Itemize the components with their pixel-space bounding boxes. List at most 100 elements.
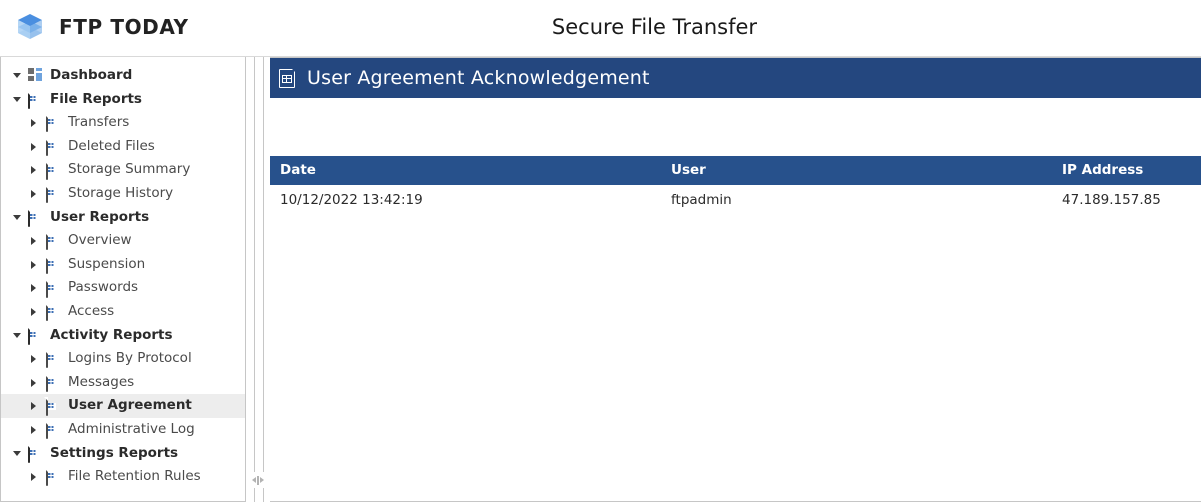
sidebar-item-suspension[interactable]: Suspension: [1, 253, 245, 277]
sidebar-item-dashboard[interactable]: Dashboard: [1, 64, 245, 88]
column-header-date[interactable]: Date: [270, 156, 662, 185]
chevron-right-icon: [260, 477, 264, 483]
report-doc-icon: [46, 232, 61, 251]
sidebar-item-passwords[interactable]: Passwords: [1, 276, 245, 300]
table-header-row: Date User IP Address: [270, 156, 1201, 185]
chevron-right-icon[interactable]: [31, 189, 43, 198]
sidebar-item-label: Transfers: [68, 114, 130, 131]
handle-bar: [257, 475, 259, 485]
chevron-right-icon[interactable]: [31, 402, 43, 411]
sidebar-item-storage-summary[interactable]: Storage Summary: [1, 158, 245, 182]
report-doc-icon: [28, 444, 43, 463]
chevron-right-icon[interactable]: [31, 425, 43, 434]
page-title: Secure File Transfer: [551, 15, 758, 39]
table-cell: 10/12/2022 13:42:19: [270, 185, 662, 215]
sidebar-item-transfers[interactable]: Transfers: [1, 111, 245, 135]
sidebar-item-label: User Agreement: [68, 397, 192, 414]
report-doc-icon: [46, 161, 61, 180]
panel-title-text: User Agreement Acknowledgement: [307, 67, 650, 89]
table-empty-space: [270, 215, 1201, 501]
report-doc-icon: [28, 90, 43, 109]
sidebar-splitter[interactable]: [246, 57, 270, 502]
sidebar-item-activity-reports[interactable]: Activity Reports: [1, 324, 245, 348]
chevron-right-icon[interactable]: [31, 236, 43, 245]
sidebar-item-label: Suspension: [68, 255, 146, 272]
splitter-line-left: [254, 57, 255, 502]
sidebar-item-deleted-files[interactable]: Deleted Files: [1, 135, 245, 159]
sidebar-item-label: Passwords: [68, 279, 139, 296]
sidebar-item-label: Messages: [68, 373, 135, 390]
sidebar-item-label: Logins By Protocol: [68, 350, 192, 367]
report-doc-icon: [279, 67, 297, 88]
splitter-line-right: [263, 57, 264, 502]
report-doc-icon: [28, 208, 43, 227]
panel-title-bar: User Agreement Acknowledgement: [270, 58, 1201, 98]
sidebar-item-overview[interactable]: Overview: [1, 229, 245, 253]
table-cell: ftpadmin: [661, 185, 1053, 215]
sidebar-item-label: Activity Reports: [50, 326, 173, 343]
sidebar-item-file-retention-rules[interactable]: File Retention Rules: [1, 465, 245, 489]
sidebar-item-user-reports[interactable]: User Reports: [1, 206, 245, 230]
chevron-right-icon[interactable]: [31, 307, 43, 316]
report-doc-icon: [28, 326, 43, 345]
sidebar-item-label: Dashboard: [50, 67, 133, 84]
table-row[interactable]: 10/12/2022 13:42:19 ftpadmin 47.189.157.85: [270, 185, 1201, 215]
report-doc-icon: [46, 279, 61, 298]
chevron-down-icon[interactable]: [13, 73, 25, 79]
sidebar-item-label: Settings Reports: [50, 444, 179, 461]
dashboard-tiles-icon: [28, 68, 43, 83]
sidebar-item-messages[interactable]: Messages: [1, 371, 245, 395]
sidebar-item-storage-history[interactable]: Storage History: [1, 182, 245, 206]
chevron-right-icon[interactable]: [31, 472, 43, 481]
report-doc-icon: [46, 468, 61, 487]
panel-toolbar-area: [270, 98, 1201, 156]
splitter-collapse-handle-icon[interactable]: [250, 472, 266, 488]
chevron-down-icon[interactable]: [13, 450, 25, 456]
table-cell: 47.189.157.85: [1052, 185, 1201, 215]
sidebar-item-label: Administrative Log: [68, 420, 195, 437]
table-header: Date User IP Address: [270, 156, 1201, 185]
chevron-down-icon[interactable]: [13, 332, 25, 338]
report-doc-icon: [46, 421, 61, 440]
report-doc-icon: [46, 185, 61, 204]
chevron-right-icon[interactable]: [31, 354, 43, 363]
table-body: 10/12/2022 13:42:19 ftpadmin 47.189.157.85: [270, 185, 1201, 215]
sidebar-item-label: Access: [68, 302, 115, 319]
chevron-down-icon[interactable]: [13, 214, 25, 220]
chevron-right-icon[interactable]: [31, 284, 43, 293]
main-layout: Dashboard File Reports Transfers Deleted Fi…: [0, 57, 1201, 502]
report-doc-icon: [46, 350, 61, 369]
chevron-down-icon[interactable]: [13, 96, 25, 102]
sidebar-item-label: File Retention Rules: [68, 468, 201, 485]
chevron-left-icon: [252, 477, 256, 483]
sidebar-item-label: Overview: [68, 232, 132, 249]
sidebar-item-label: Storage History: [68, 185, 174, 202]
report-doc-icon: [46, 397, 61, 416]
sidebar-item-label: File Reports: [50, 90, 142, 107]
sidebar-item-settings-reports[interactable]: Settings Reports: [1, 442, 245, 466]
sidebar-item-administrative-log[interactable]: Administrative Log: [1, 418, 245, 442]
column-header-user[interactable]: User: [661, 156, 1053, 185]
content-panel: User Agreement Acknowledgement Date User I…: [270, 57, 1201, 502]
sidebar-item-label: User Reports: [50, 208, 150, 225]
chevron-right-icon[interactable]: [31, 142, 43, 151]
report-doc-icon: [46, 256, 61, 275]
sidebar-item-label: Deleted Files: [68, 137, 155, 154]
chevron-right-icon[interactable]: [31, 118, 43, 127]
sidebar-item-file-reports[interactable]: File Reports: [1, 88, 245, 112]
sidebar-navigation-tree[interactable]: Dashboard File Reports Transfers Deleted Fi…: [0, 57, 246, 502]
app-header: FTP TODAY Secure File Transfer: [0, 0, 1201, 57]
chevron-right-icon[interactable]: [31, 166, 43, 175]
user-agreement-table: Date User IP Address 10/12/2022 13:42:19 ft…: [270, 156, 1201, 215]
column-header-ip-address[interactable]: IP Address: [1052, 156, 1201, 185]
report-doc-icon: [46, 374, 61, 393]
report-doc-icon: [46, 114, 61, 133]
chevron-right-icon[interactable]: [31, 260, 43, 269]
sidebar-item-label: Storage Summary: [68, 161, 191, 178]
sidebar-item-logins-by-protocol[interactable]: Logins By Protocol: [1, 347, 245, 371]
chevron-right-icon[interactable]: [31, 378, 43, 387]
report-doc-icon: [46, 138, 61, 157]
sidebar-item-user-agreement[interactable]: User Agreement: [1, 394, 245, 418]
sidebar-item-access[interactable]: Access: [1, 300, 245, 324]
report-doc-icon: [46, 303, 61, 322]
